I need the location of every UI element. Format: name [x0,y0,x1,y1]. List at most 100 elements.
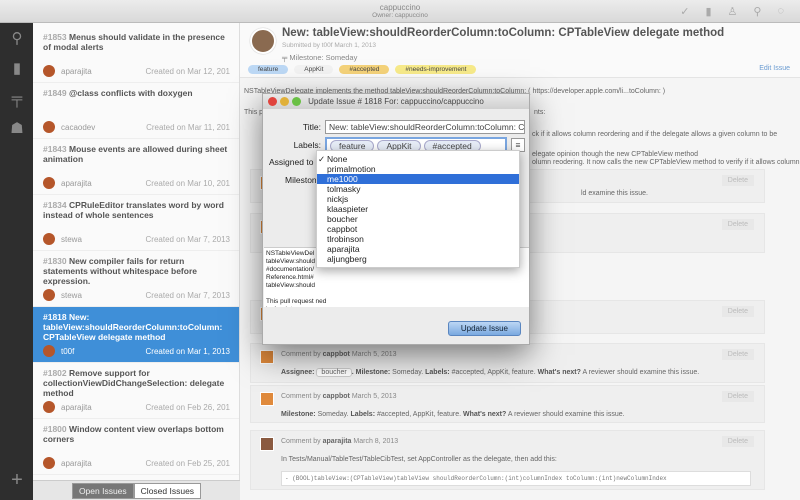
option-label: primalmotion [327,164,376,174]
comment: Comment by aparajita March 8, 2013 Delete… [250,430,765,490]
assignee-option[interactable]: tolmasky [317,184,519,194]
comment-by: Comment by [281,438,321,445]
label-badge[interactable]: feature [248,65,289,74]
comment-byline: Comment by cappbot March 5, 2013 [281,393,397,400]
delete-button[interactable]: Delete [721,175,754,186]
issue-date: Created on Mar 1, 2013 [145,346,231,356]
issue-labels: feature AppKit #accepted #needs-improvement [248,65,477,74]
title-input[interactable]: New: tableView:shouldReorderColumn:toCol… [325,120,525,134]
tab-open-issues[interactable]: Open Issues [71,482,134,499]
issue-number: #1802 [43,368,67,378]
milestone-icon[interactable]: ╤ [8,90,26,107]
issue-list-item[interactable]: #1830 New compiler fails for return stat… [33,251,239,307]
update-issue-button[interactable]: Update Issue [447,321,521,336]
title-bar: cappuccino Owner: cappuccino ✓ ▮ ♙ ⚲ ◌ [0,0,800,23]
delete-button[interactable]: Delete [721,349,754,360]
zoom-button[interactable] [292,97,301,106]
delete-button[interactable]: Delete [721,391,754,402]
issue-title-text: New: tableView:shouldReorderColumn:toCol… [43,312,223,342]
issue-title-text: Window content view overlaps bottom corn… [43,424,224,444]
issue-date: Created on Feb 25, 201 [145,458,230,468]
issue-title: New: tableView:shouldReorderColumn:toCol… [282,27,725,39]
assignee-option[interactable]: tlrobinson [317,234,519,244]
issue-list-item[interactable]: #1802 Remove support for collectionViewD… [33,363,239,419]
issue-list-item[interactable]: #1834 CPRuleEditor translates word by wo… [33,195,239,251]
assignee-option[interactable]: primalmotion [317,164,519,174]
avatar [43,177,55,189]
search-icon[interactable]: ⚲ [8,29,26,47]
dialog-title-bar: Update Issue # 1818 For: cappuccino/capp… [263,94,529,109]
checkmark-icon[interactable]: ✓ [680,5,689,18]
assignee-option[interactable]: nickjs [317,194,519,204]
issue-submitted: Submitted by t00f March 1, 2013 [282,42,376,49]
label-badge[interactable]: AppKit [294,65,334,74]
assignee-option[interactable]: aparajita [317,244,519,254]
description-line [266,290,527,298]
body-text: ck if it allows column reordering and if… [532,131,778,138]
edit-issue-link[interactable]: Edit Issue [759,65,790,72]
issue-list: #1853 Menus should validate in the prese… [33,23,240,480]
minimize-button[interactable] [280,97,289,106]
assignee-option[interactable]: ✓ None [317,154,519,164]
comment-text: In Tests/Manual/TableTest/TableCibTest, … [281,456,557,463]
issue-meta: t00f Created on Mar 1, 2013 [43,345,230,357]
close-button[interactable] [268,97,277,106]
label-badge[interactable]: #accepted [339,65,390,74]
issue-list-item[interactable]: #1818 New: tableView:shouldReorderColumn… [33,307,239,363]
issue-meta: aparajita Created on Mar 10, 201 [43,177,230,189]
issue-title: #1843 Mouse events are allowed during sh… [43,144,230,164]
issue-number: #1800 [43,424,67,434]
description-line: This pull request ned [266,298,327,305]
issue-meta: aparajita Created on Feb 26, 201 [43,401,230,413]
person-icon[interactable]: ☗ [8,119,26,137]
issue-title-text: New compiler fails for return statements… [43,256,197,286]
option-label: klaaspieter [327,204,369,214]
comment-author: cappbot [322,351,350,358]
option-label: tolmasky [327,184,361,194]
assignee-option[interactable]: me1000 [317,174,519,184]
issue-meta: cacaodev Created on Mar 11, 201 [43,121,230,133]
delete-button[interactable]: Delete [721,306,754,317]
issue-number: #1843 [43,144,67,154]
delete-button[interactable]: Delete [721,219,754,230]
comment-body: In Tests/Manual/TableTest/TableCibTest, … [281,456,557,463]
tab-closed-issues[interactable]: Closed Issues [133,482,202,499]
issue-list-item[interactable]: #1853 Menus should validate in the prese… [33,27,239,83]
issue-title: #1853 Menus should validate in the prese… [43,32,230,52]
avatar [260,350,274,364]
issue-list-item[interactable]: #1849 @class conflicts with doxygen cacao… [33,83,239,139]
assignee-option[interactable]: boucher [317,214,519,224]
assignee-pill: boucher [316,368,352,377]
person-icon[interactable]: ♙ [728,5,738,18]
avatar [260,437,274,451]
issue-date: Created on Mar 7, 2013 [145,290,231,300]
assignee-option[interactable]: aljungberg [317,254,519,264]
nav-rail: ⚲ ▮ ╤ ☗ + [0,23,33,500]
description-line: in 4 points: [266,306,527,307]
issue-title-text: Menus should validate in the presence of… [43,32,225,52]
comment-icon[interactable]: ◌ [777,5,784,18]
issue-milestone: ╤ Milestone: Someday [282,53,357,62]
avatar [43,233,55,245]
issue-author: stewa [61,290,82,300]
label-badge[interactable]: #needs-improvement [395,65,477,74]
avatar [250,28,276,54]
comment-text: Assignee: boucher. Milestone: Someday. L… [281,368,699,377]
clipboard-icon[interactable]: ▮ [8,59,26,77]
body-text: elegate opinion though the new CPTableVi… [532,151,699,158]
issue-meta: aparajita Created on Feb 25, 201 [43,457,230,469]
comment-field: A reviewer should examine this issue. [506,411,625,418]
assignee-option[interactable]: klaaspieter [317,204,519,214]
comment-author: aparajita [322,438,352,445]
delete-button[interactable]: Delete [721,436,754,447]
comment-field: Labels: [423,369,450,376]
add-icon[interactable]: + [8,469,26,492]
labels-label: Labels: [293,140,321,150]
assignee-option[interactable]: cappbot [317,224,519,234]
milestone-icon[interactable]: ⚲ [753,5,761,18]
issue-list-item[interactable]: #1800 Window content view overlaps botto… [33,419,239,475]
clipboard-icon[interactable]: ▮ [705,5,711,18]
issue-list-item[interactable]: #1843 Mouse events are allowed during sh… [33,139,239,195]
comment-field: . Milestone: [351,369,391,376]
checkmark-icon: ✓ [318,154,326,164]
